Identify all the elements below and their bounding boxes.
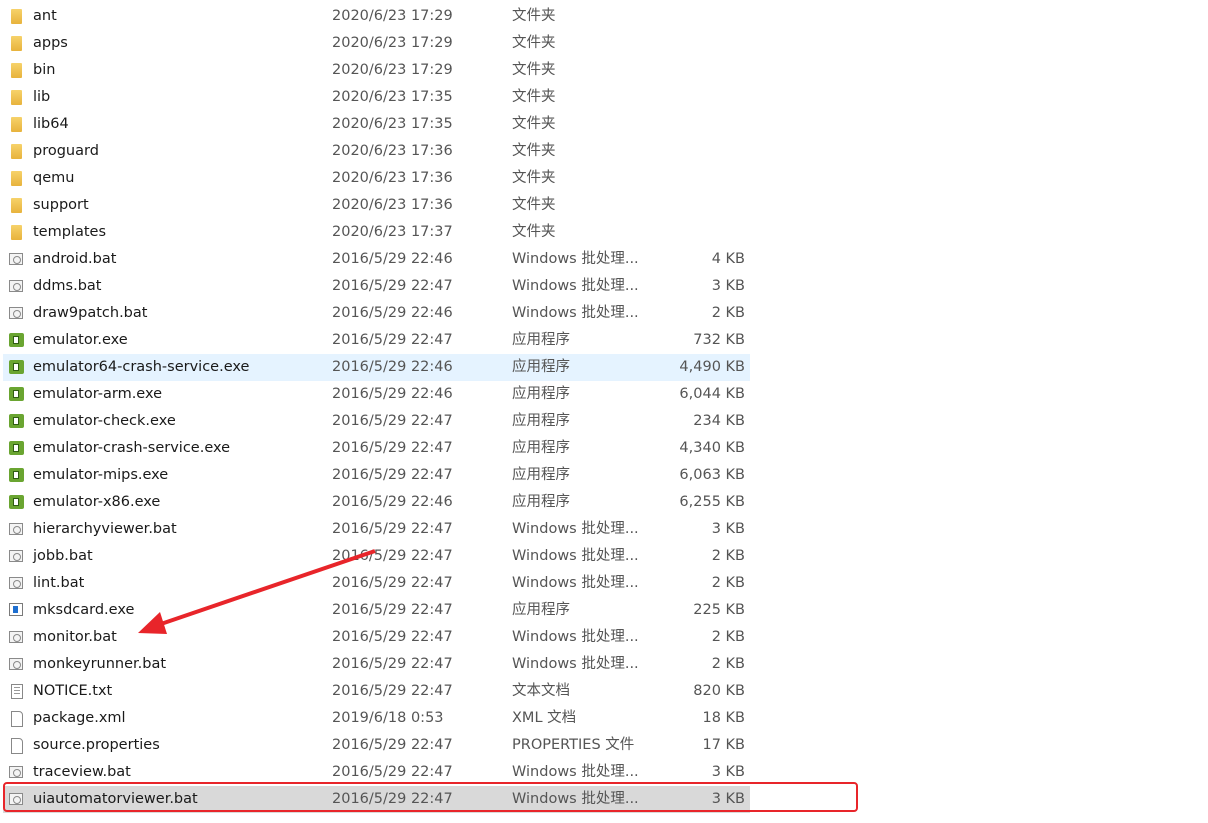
annotation-arrow (138, 549, 376, 634)
highlight-box (3, 782, 858, 812)
